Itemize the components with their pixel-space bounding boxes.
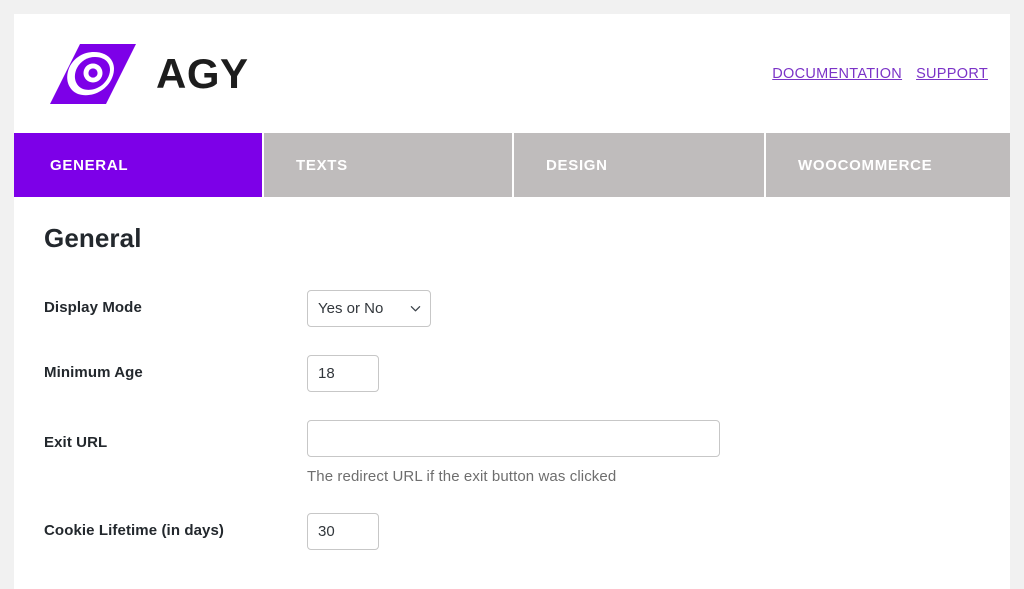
exit-url-input[interactable] [307, 420, 720, 457]
page-background: AGY DOCUMENTATION SUPPORT GENERAL TEXTS … [0, 0, 1024, 589]
minimum-age-field [307, 355, 980, 392]
documentation-link[interactable]: DOCUMENTATION [772, 66, 902, 82]
settings-tab-bar: GENERAL TEXTS DESIGN WOOCOMMERCE [14, 133, 1010, 197]
exit-url-label: Exit URL [44, 434, 108, 451]
brand-name: AGY [156, 49, 249, 97]
display-mode-select[interactable]: Yes or No [307, 290, 431, 327]
agy-monogram-logo-icon [44, 42, 142, 106]
settings-content: General Display Mode Yes or No Minimum A… [14, 197, 1010, 550]
exit-url-field: The redirect URL if the exit button was … [307, 420, 980, 485]
form-row-minimum-age: Minimum Age [44, 355, 980, 392]
form-row-exit-url: Exit URL The redirect URL if the exit bu… [44, 420, 980, 485]
form-row-display-mode: Display Mode Yes or No [44, 290, 980, 327]
tab-design[interactable]: DESIGN [514, 133, 764, 197]
minimum-age-label: Minimum Age [44, 364, 143, 381]
chevron-down-icon [410, 305, 421, 311]
exit-url-help-text: The redirect URL if the exit button was … [307, 468, 617, 485]
display-mode-field: Yes or No [307, 290, 980, 327]
plugin-settings-card: AGY DOCUMENTATION SUPPORT GENERAL TEXTS … [14, 14, 1010, 589]
minimum-age-input[interactable] [307, 355, 379, 392]
cookie-lifetime-input[interactable] [307, 513, 379, 550]
support-link[interactable]: SUPPORT [916, 66, 988, 82]
form-row-cookie-lifetime: Cookie Lifetime (in days) [44, 513, 980, 550]
brand: AGY [44, 42, 249, 106]
header-links: DOCUMENTATION SUPPORT [772, 66, 996, 82]
display-mode-selected-value: Yes or No [318, 300, 384, 317]
cookie-lifetime-field [307, 513, 980, 550]
tab-woocommerce[interactable]: WOOCOMMERCE [766, 133, 1010, 197]
page-title: General [44, 223, 142, 253]
display-mode-label: Display Mode [44, 299, 142, 316]
cookie-lifetime-label: Cookie Lifetime (in days) [44, 522, 225, 539]
plugin-header: AGY DOCUMENTATION SUPPORT [14, 14, 1010, 133]
tab-texts[interactable]: TEXTS [264, 133, 512, 197]
tab-general[interactable]: GENERAL [14, 133, 262, 197]
